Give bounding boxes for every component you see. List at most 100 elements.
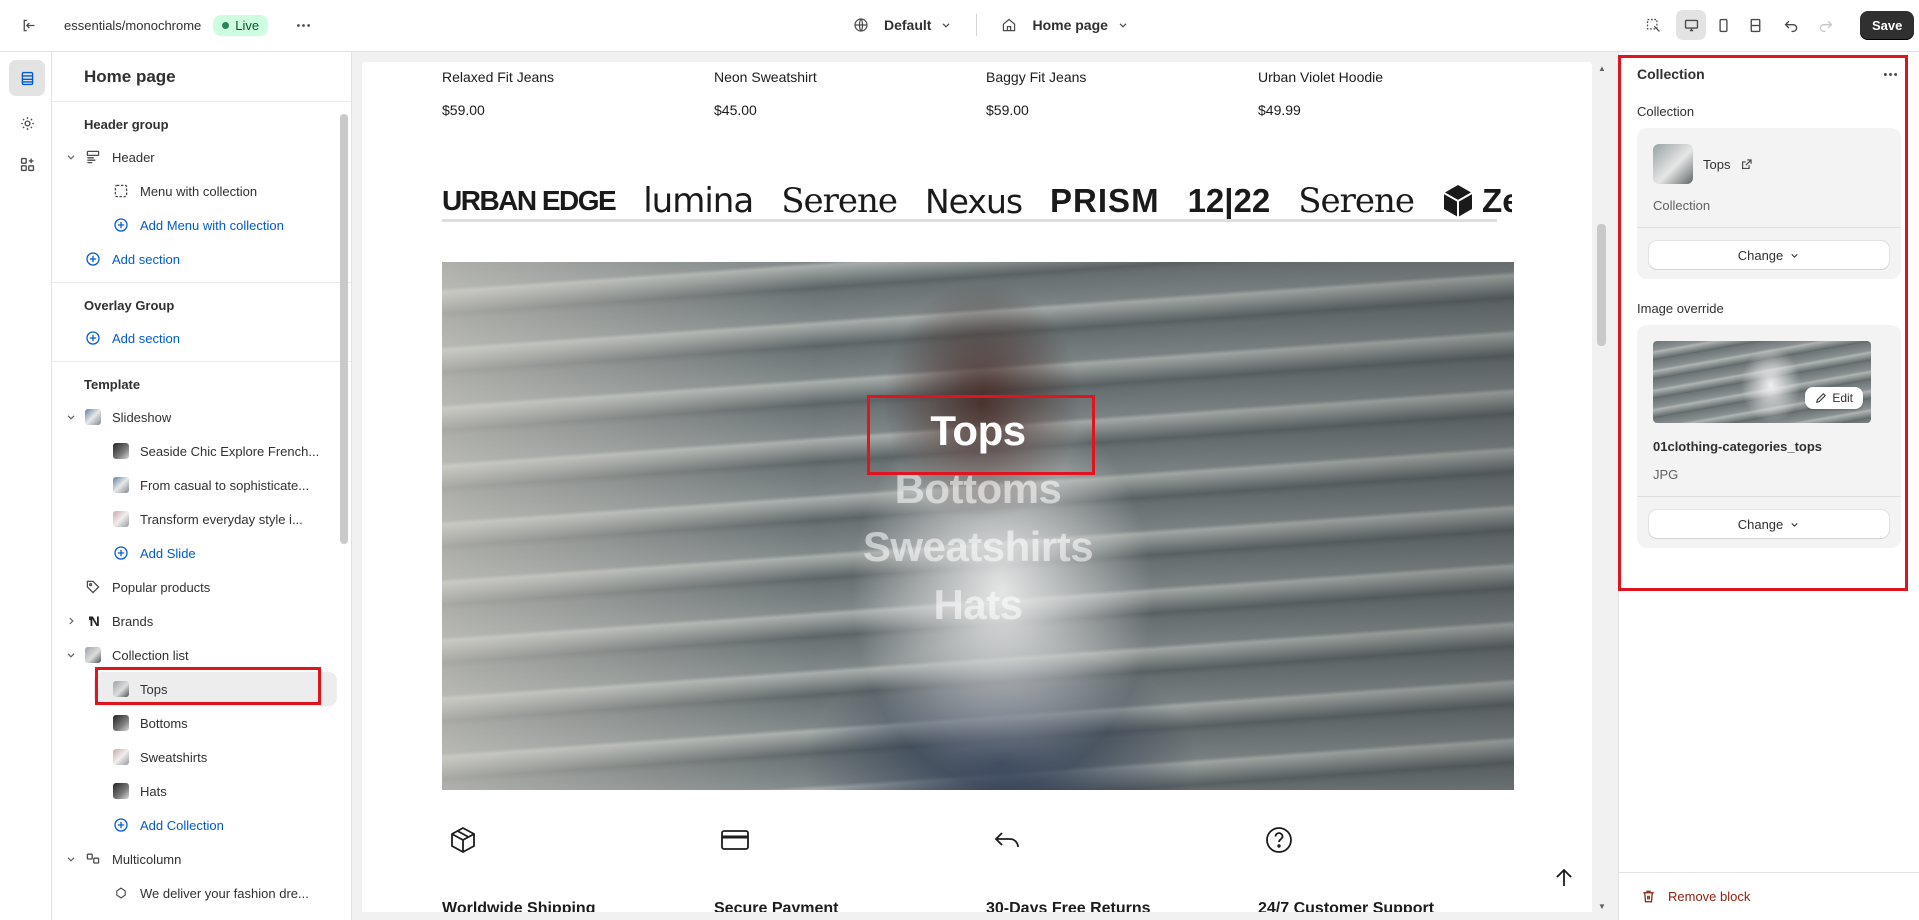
header-row[interactable]: Header <box>52 140 351 174</box>
row-label: Header <box>112 149 155 165</box>
column-icon <box>112 884 130 902</box>
plus-circle-icon <box>112 216 130 234</box>
collection-tops-row[interactable]: Tops <box>94 672 337 706</box>
add-section-button[interactable]: Add section <box>52 321 351 355</box>
button-label: Remove block <box>1668 889 1751 904</box>
chevron-down-icon[interactable] <box>64 150 78 164</box>
trash-icon <box>1643 890 1654 903</box>
feature-item: Secure Payment <box>714 830 839 912</box>
add-menu-button[interactable]: Add Menu with collection <box>52 208 351 242</box>
external-link-icon[interactable] <box>1740 158 1753 171</box>
collection-type: Collection <box>1653 198 1711 213</box>
product-price: $59.00 <box>442 102 485 118</box>
slide-row[interactable]: From casual to sophisticate... <box>52 468 351 502</box>
mobile-icon[interactable] <box>1708 10 1738 40</box>
row-label: Brands <box>112 613 154 629</box>
collection-picker-card: Tops Collection Change <box>1637 128 1901 279</box>
add-slide-button[interactable]: Add Slide <box>52 536 351 570</box>
store-name: essentials/monochrome <box>64 17 202 33</box>
chevron-down-icon <box>1791 522 1798 527</box>
chevron-down-icon[interactable] <box>64 410 78 424</box>
fullscreen-icon[interactable] <box>1740 10 1770 40</box>
pencil-icon <box>1816 393 1827 403</box>
chevron-down-icon[interactable] <box>64 648 78 662</box>
scroll-down-icon[interactable]: ▼ <box>1598 902 1606 911</box>
arrow-up-icon[interactable] <box>1552 866 1576 890</box>
collection-thumbnail-icon <box>112 748 130 766</box>
status-label: Live <box>235 17 260 33</box>
exit-icon[interactable] <box>13 10 43 40</box>
collection-link[interactable]: Bottoms <box>442 460 1514 518</box>
collection-name[interactable]: Tops <box>1703 157 1730 172</box>
multicolumn-item-row[interactable]: We deliver your fashion dre... <box>52 876 351 910</box>
collection-list: Tops Bottoms Sweatshirts Hats <box>442 402 1514 634</box>
brands-row[interactable]: 'N Brands <box>52 604 351 638</box>
feature-item: 30-Days Free Returns <box>986 832 1151 912</box>
collection-link[interactable]: Sweatshirts <box>442 518 1514 576</box>
product-card[interactable]: Urban Violet Hoodie $49.99 <box>1258 69 1383 118</box>
redo-icon[interactable] <box>1810 10 1840 40</box>
scroll-up-icon[interactable]: ▲ <box>1598 64 1606 73</box>
feature-title: Secure Payment <box>714 900 839 912</box>
popular-products-row[interactable]: Popular products <box>52 570 351 604</box>
menu-row[interactable]: Menu with collection <box>52 174 351 208</box>
collection-list-row[interactable]: Collection list <box>52 638 351 672</box>
save-button[interactable]: Save <box>1860 10 1915 40</box>
inspector-icon[interactable] <box>1638 10 1668 40</box>
slideshow-row[interactable]: Slideshow <box>52 400 351 434</box>
return-arrow-icon <box>992 825 1022 855</box>
undo-icon[interactable] <box>1776 10 1806 40</box>
product-price: $59.00 <box>986 102 1029 118</box>
marquee-divider <box>442 219 1497 222</box>
row-label: Add Menu with collection <box>140 217 284 233</box>
remove-block-button[interactable]: Remove block <box>1619 872 1919 920</box>
collection-link[interactable]: Tops <box>442 402 1514 460</box>
row-label: Transform everyday style i... <box>140 511 303 527</box>
multicolumn-row[interactable]: Multicolumn <box>52 842 351 876</box>
edit-image-button[interactable]: Edit <box>1805 387 1863 409</box>
row-label: Add Slide <box>140 545 196 561</box>
collection-hero-image[interactable]: Tops Bottoms Sweatshirts Hats <box>442 262 1514 790</box>
panel-title: Collection <box>1637 66 1705 82</box>
overlay-group-section: Overlay Group Add section <box>52 283 351 362</box>
more-icon[interactable] <box>288 10 318 40</box>
product-card[interactable]: Baggy Fit Jeans $59.00 <box>986 69 1086 118</box>
preview-scrollbar[interactable]: ▲ ▼ <box>1596 62 1608 914</box>
collection-hats-row[interactable]: Hats <box>52 774 351 808</box>
header-group-section: Header group Header Menu with collection… <box>52 102 351 283</box>
settings-gear-icon[interactable] <box>9 105 45 141</box>
chevron-down-icon[interactable] <box>64 852 78 866</box>
product-price: $45.00 <box>714 102 757 118</box>
collection-link[interactable]: Hats <box>442 576 1514 634</box>
row-label: Add Collection <box>140 817 224 833</box>
brand-logo: URBAN EDGE <box>442 185 617 216</box>
add-collection-button[interactable]: Add Collection <box>52 808 351 842</box>
more-icon[interactable] <box>1879 63 1901 85</box>
scrollbar-thumb[interactable] <box>1597 224 1606 346</box>
collection-sweatshirts-row[interactable]: Sweatshirts <box>52 740 351 774</box>
add-section-button[interactable]: Add section <box>52 242 351 276</box>
credit-card-icon <box>720 825 750 855</box>
template-section: Template Slideshow Seaside Chic Explore … <box>52 362 351 910</box>
change-image-button[interactable]: Change <box>1649 510 1889 538</box>
collection-list-icon <box>84 646 102 664</box>
theme-selector[interactable]: Default <box>853 17 952 33</box>
sections-icon[interactable] <box>9 60 45 96</box>
collection-bottoms-row[interactable]: Bottoms <box>52 706 351 740</box>
group-heading: Template <box>84 377 141 392</box>
change-collection-button[interactable]: Change <box>1649 241 1889 269</box>
row-label: Popular products <box>112 579 211 595</box>
product-card[interactable]: Neon Sweatshirt $45.00 <box>714 69 817 118</box>
desktop-icon[interactable] <box>1676 10 1706 40</box>
slide-row[interactable]: Transform everyday style i... <box>52 502 351 536</box>
plus-circle-icon <box>84 250 102 268</box>
row-label: Tops <box>140 681 168 697</box>
scrollbar-thumb[interactable] <box>340 114 348 544</box>
sidebar-scrollbar[interactable] <box>338 114 348 914</box>
apps-icon[interactable] <box>9 146 45 182</box>
row-label: Add section <box>112 330 180 346</box>
product-card[interactable]: Relaxed Fit Jeans $59.00 <box>442 69 554 118</box>
chevron-right-icon[interactable] <box>64 614 78 628</box>
page-selector[interactable]: Home page <box>1001 17 1128 33</box>
slide-row[interactable]: Seaside Chic Explore French... <box>52 434 351 468</box>
